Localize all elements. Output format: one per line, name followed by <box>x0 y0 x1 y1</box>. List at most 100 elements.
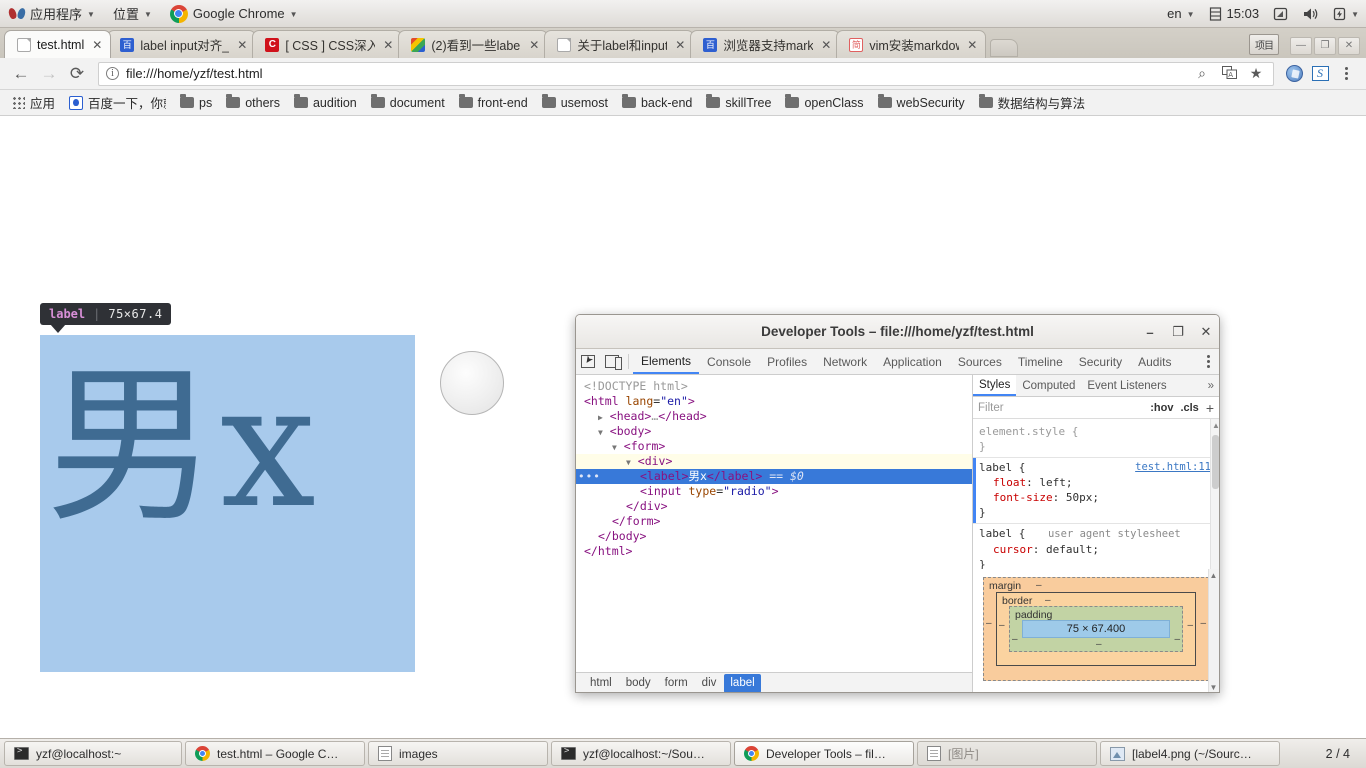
breadcrumb-html[interactable]: html <box>584 674 618 692</box>
browser-tab-3[interactable]: (2)看到一些label ✕ <box>398 30 549 58</box>
dom-tree-panel[interactable]: <!DOCTYPE html> <html lang="en"> ▶ <head>…… <box>576 375 973 692</box>
bookmark-folder-document[interactable]: document <box>365 93 451 113</box>
clock-indicator[interactable]: 15:03 <box>1202 0 1267 28</box>
workspace-switcher[interactable]: 2 / 4 <box>1320 747 1362 761</box>
bookmark-folder-others[interactable]: others <box>220 93 286 113</box>
devtools-tab-application[interactable]: Application <box>875 349 950 374</box>
scroll-up-arrow[interactable]: ▲ <box>1209 571 1218 580</box>
bookmark-folder-ps[interactable]: ps <box>174 93 218 113</box>
tab-close-icon[interactable]: ✕ <box>237 38 247 52</box>
bookmark-star-icon[interactable]: ★ <box>1246 65 1266 82</box>
bookmark-baidu[interactable]: 百度一下，你就知 <box>63 90 172 115</box>
taskbar-item-terminal-2[interactable]: yzf@localhost:~/Sou… <box>551 741 731 766</box>
taskbar-item-chrome-test[interactable]: test.html – Google C… <box>185 741 365 766</box>
new-style-rule-button[interactable]: + <box>1206 400 1214 416</box>
maximize-button[interactable]: ❐ <box>1314 37 1336 55</box>
bookmark-folder-usemost[interactable]: usemost <box>536 93 614 113</box>
bookmark-folder-websecurity[interactable]: webSecurity <box>872 93 971 113</box>
browser-tab-0[interactable]: test.html ✕ <box>4 30 112 58</box>
translate-icon[interactable]: A <box>1219 65 1239 82</box>
dom-tree-line[interactable]: ▼ <body> <box>576 424 972 439</box>
devtools-tab-elements[interactable]: Elements <box>633 349 700 374</box>
rule-source-link[interactable]: test.html:11 <box>1135 460 1211 475</box>
ime-status-badge[interactable]: 项目 <box>1249 34 1279 55</box>
chrome-window-menu[interactable]: Google Chrome ▼ <box>161 0 307 28</box>
zoom-icon[interactable]: ⌕ <box>1192 65 1212 82</box>
close-window-button[interactable]: ✕ <box>1338 37 1360 55</box>
dom-tree-line[interactable]: </form> <box>576 514 972 529</box>
devtools-tab-profiles[interactable]: Profiles <box>759 349 815 374</box>
extension-s-icon[interactable] <box>1308 62 1332 86</box>
dom-tree-line[interactable]: </body> <box>576 529 972 544</box>
bookmark-folder-openclass[interactable]: openClass <box>779 93 869 113</box>
devtools-tab-sources[interactable]: Sources <box>950 349 1010 374</box>
dom-tree-line[interactable]: ▼ <form> <box>576 439 972 454</box>
bookmark-folder-audition[interactable]: audition <box>288 93 363 113</box>
scroll-down-arrow[interactable]: ▼ <box>1209 683 1218 692</box>
style-rule-label-useragent[interactable]: label { user agent stylesheet cursor: de… <box>973 524 1219 569</box>
browser-tab-2[interactable]: C [ CSS ] CSS深入 ✕ <box>252 30 403 58</box>
box-model-padding-bottom[interactable]: – <box>1096 639 1102 650</box>
tab-close-icon[interactable]: ✕ <box>529 38 539 52</box>
rule-property[interactable]: float <box>979 476 1026 489</box>
devtools-sidebar-scrollbar[interactable]: ▲ ▼ <box>1208 569 1219 692</box>
browser-tab-1[interactable]: 百 label input对齐_ ✕ <box>107 30 257 58</box>
sidebar-tab-computed[interactable]: Computed <box>1016 375 1081 396</box>
breadcrumb-body[interactable]: body <box>620 674 657 692</box>
tab-close-icon[interactable]: ✕ <box>92 38 102 52</box>
style-rule-element-style[interactable]: element.style { } <box>973 422 1219 458</box>
inspect-element-button[interactable] <box>576 349 600 374</box>
box-model-border-value[interactable]: – <box>1045 595 1051 606</box>
tab-close-icon[interactable]: ✕ <box>821 38 831 52</box>
rule-value[interactable]: left; <box>1039 476 1072 489</box>
taskbar-item-label4png[interactable]: [label4.png (~/Sourc… <box>1100 741 1280 766</box>
breadcrumb-label[interactable]: label <box>724 674 761 692</box>
tab-close-icon[interactable]: ✕ <box>675 38 685 52</box>
rule-property[interactable]: cursor <box>979 543 1033 556</box>
bookmark-folder-algorithms[interactable]: 数据结构与算法 <box>973 90 1092 115</box>
box-model-padding-right[interactable]: – <box>1174 634 1180 645</box>
devtools-more-button[interactable] <box>1197 349 1219 374</box>
device-toolbar-button[interactable] <box>600 349 624 374</box>
devtools-tab-timeline[interactable]: Timeline <box>1010 349 1071 374</box>
devtools-tab-console[interactable]: Console <box>699 349 759 374</box>
bookmark-apps[interactable]: 应用 <box>6 90 61 115</box>
browser-tab-5[interactable]: 百 浏览器支持mark ✕ <box>690 30 841 58</box>
box-model-border[interactable]: border – – – padding – – – 75 × 67.400 <box>996 592 1196 666</box>
devtools-tab-security[interactable]: Security <box>1071 349 1130 374</box>
minimize-button[interactable]: – <box>1143 325 1157 340</box>
rule-property[interactable]: font-size <box>979 491 1053 504</box>
browser-tab-4[interactable]: 关于label和input ✕ <box>544 30 695 58</box>
devtools-tab-network[interactable]: Network <box>815 349 875 374</box>
keyboard-layout-indicator[interactable]: en ▼ <box>1160 0 1201 28</box>
new-tab-button[interactable] <box>990 39 1019 57</box>
box-model-padding-left[interactable]: – <box>1012 634 1018 645</box>
tab-close-icon[interactable]: ✕ <box>383 38 393 52</box>
dom-tree-line[interactable]: </html> <box>576 544 972 559</box>
rule-value[interactable]: default; <box>1046 543 1099 556</box>
dom-tree-line[interactable]: <input type="radio"> <box>576 484 972 499</box>
style-rule-label-author[interactable]: label { test.html:11 float: left; font-s… <box>973 458 1219 524</box>
box-model-padding[interactable]: padding – – – 75 × 67.400 <box>1009 606 1183 652</box>
cls-toggle[interactable]: .cls <box>1180 402 1198 414</box>
browser-tab-6[interactable]: 简 vim安装markdow ✕ <box>836 30 987 58</box>
tab-close-icon[interactable]: ✕ <box>967 38 977 52</box>
volume-indicator[interactable] <box>1295 0 1326 28</box>
sidebar-tab-styles[interactable]: Styles <box>973 375 1017 396</box>
forward-button[interactable]: → <box>36 61 62 87</box>
bookmark-folder-front-end[interactable]: front-end <box>453 93 534 113</box>
back-button[interactable]: ← <box>8 61 34 87</box>
applications-menu[interactable]: 应用程序 ▼ <box>0 0 104 28</box>
chrome-menu-button[interactable] <box>1334 62 1358 86</box>
sidebar-overflow-icon[interactable]: » <box>1203 375 1219 396</box>
taskbar-item-devtools[interactable]: Developer Tools – fil… <box>734 741 914 766</box>
address-bar[interactable]: i file:///home/yzf/test.html ⌕ A ★ <box>98 61 1274 86</box>
breadcrumb-form[interactable]: form <box>659 674 694 692</box>
dom-tree-line[interactable]: </div> <box>576 499 972 514</box>
box-model-content-size[interactable]: 75 × 67.400 <box>1022 620 1170 638</box>
extension-blue-icon[interactable] <box>1282 62 1306 86</box>
devtools-tab-audits[interactable]: Audits <box>1130 349 1179 374</box>
box-model-margin-value[interactable]: – <box>1036 580 1042 591</box>
styles-scrollbar[interactable]: ▲ <box>1210 419 1219 569</box>
maximize-button[interactable]: ❐ <box>1171 324 1185 340</box>
